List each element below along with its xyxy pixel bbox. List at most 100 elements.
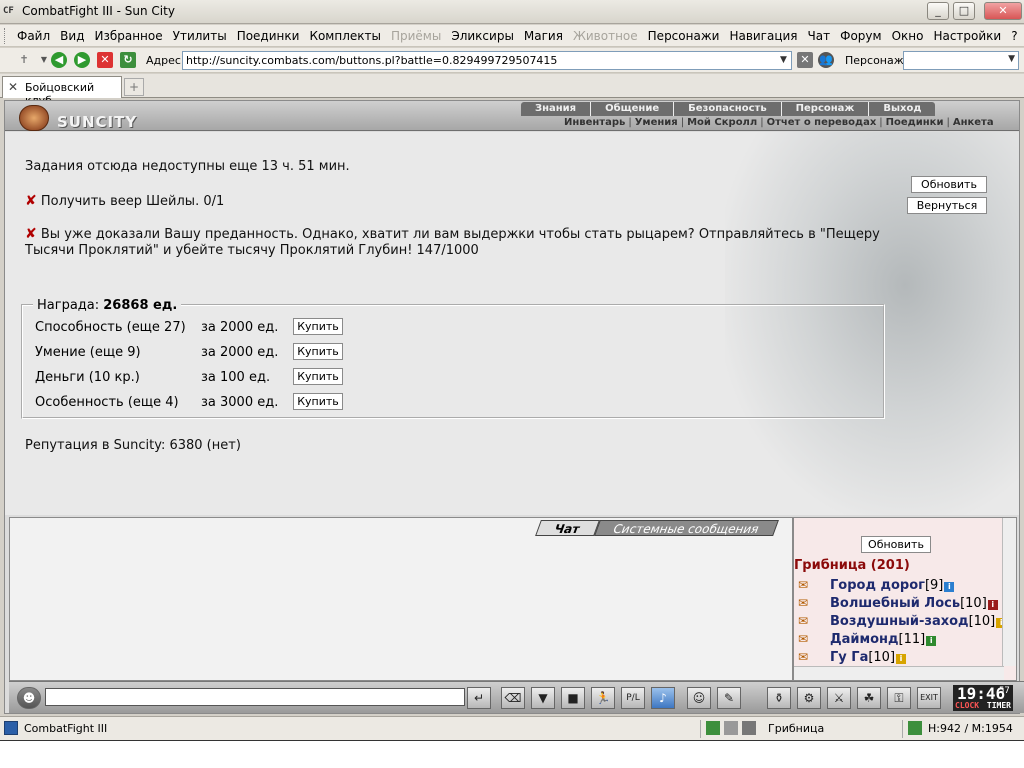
- player-name[interactable]: Воздушный-заход: [830, 614, 969, 629]
- nav-security[interactable]: Безопасность: [673, 102, 781, 116]
- player-entry[interactable]: Даймонд[11] i: [830, 632, 937, 647]
- private-toggle-icon[interactable]: P/L: [621, 687, 645, 709]
- subnav-fights[interactable]: Поединки: [883, 117, 947, 130]
- menu-sets[interactable]: Комплекты: [304, 28, 386, 44]
- refresh-button[interactable]: Обновить: [911, 176, 987, 193]
- book-icon[interactable]: [724, 721, 738, 735]
- player-name[interactable]: Город дорог: [830, 578, 925, 593]
- reward-label: Награда:: [37, 298, 100, 313]
- menu-settings[interactable]: Настройки: [928, 28, 1006, 44]
- buy-button[interactable]: Купить: [293, 393, 343, 410]
- address-field[interactable]: http://suncity.combats.com/buttons.pl?ba…: [182, 51, 792, 70]
- address-dropdown-icon[interactable]: ▼: [776, 52, 791, 69]
- buy-button[interactable]: Купить: [293, 343, 343, 360]
- team-icon[interactable]: ⚔: [827, 687, 851, 709]
- menu-characters[interactable]: Персонажи: [643, 28, 725, 44]
- eraser-icon[interactable]: ⌫: [501, 687, 525, 709]
- info-icon[interactable]: i: [926, 636, 937, 646]
- reward-value: 26868 ед.: [103, 298, 178, 313]
- filter-icon[interactable]: ▼: [531, 687, 555, 709]
- close-tab-icon[interactable]: ✕: [8, 80, 18, 94]
- clock-label[interactable]: CLOCK: [955, 701, 979, 710]
- player-name[interactable]: Волшебный Лось: [830, 596, 960, 611]
- menu-file[interactable]: Файл: [12, 28, 55, 44]
- translit-icon[interactable]: ✎: [717, 687, 741, 709]
- stop-icon[interactable]: ✕: [97, 52, 113, 68]
- nav-character[interactable]: Персонаж: [780, 102, 869, 116]
- emoticon-icon[interactable]: ☺: [687, 687, 711, 709]
- vertical-scrollbar[interactable]: [1002, 518, 1016, 666]
- pet-icon[interactable]: ☘: [857, 687, 881, 709]
- private-message-icon[interactable]: ✉: [798, 650, 816, 664]
- menu-elixirs[interactable]: Эликсиры: [446, 28, 519, 44]
- menu-navigation[interactable]: Навигация: [724, 28, 802, 44]
- tab-chat[interactable]: Чат: [535, 520, 600, 536]
- tab-fight-club[interactable]: ✕ Бойцовский клуб: [2, 76, 122, 107]
- menu-view[interactable]: Вид: [55, 28, 89, 44]
- player-entry[interactable]: Город дорог[9] i: [830, 578, 955, 593]
- menu-window[interactable]: Окно: [887, 28, 929, 44]
- menu-favorites[interactable]: Избранное: [89, 28, 167, 44]
- new-tab-button[interactable]: +: [124, 78, 144, 96]
- info-icon[interactable]: i: [987, 600, 998, 610]
- maximize-button[interactable]: □: [953, 2, 975, 20]
- character-select[interactable]: ▼: [903, 51, 1019, 70]
- menu-magic[interactable]: Магия: [519, 28, 568, 44]
- back-button[interactable]: Вернуться: [907, 197, 987, 214]
- menu-chat[interactable]: Чат: [803, 28, 836, 44]
- refresh-status-icon[interactable]: [706, 721, 720, 735]
- smiley-face-icon[interactable]: ☻: [17, 687, 41, 709]
- info-icon[interactable]: i: [896, 654, 907, 664]
- lock-icon[interactable]: ⚿: [887, 687, 911, 709]
- music-icon[interactable]: ♪: [651, 687, 675, 709]
- tab-system-messages[interactable]: Системные сообщения: [594, 520, 779, 536]
- nav-communication[interactable]: Общение: [590, 102, 673, 116]
- forward-icon[interactable]: ▶: [74, 52, 90, 68]
- back-icon[interactable]: ◀: [51, 52, 67, 68]
- send-icon[interactable]: ↵: [467, 687, 491, 709]
- exit-icon[interactable]: EXIT: [917, 687, 941, 709]
- player-name[interactable]: Даймонд: [830, 632, 899, 647]
- private-message-icon[interactable]: ✉: [798, 614, 816, 628]
- menu-help[interactable]: ?: [1006, 28, 1022, 44]
- buy-button[interactable]: Купить: [293, 368, 343, 385]
- buy-button[interactable]: Купить: [293, 318, 343, 335]
- pin-dropdown-icon[interactable]: ▼: [36, 52, 52, 68]
- save-log-icon[interactable]: ■: [561, 687, 585, 709]
- timer-label[interactable]: TIMER: [987, 701, 1011, 710]
- player-entry[interactable]: Гу Га[10] i: [830, 650, 907, 665]
- bag-icon[interactable]: ⚱: [767, 687, 791, 709]
- clear-address-icon[interactable]: ✕: [797, 52, 813, 68]
- reward-item-price: за 100 ед.: [201, 370, 271, 385]
- subnav-my-scroll[interactable]: Мой Скролл: [684, 117, 760, 130]
- online-refresh-button[interactable]: Обновить: [861, 536, 931, 553]
- pin-icon[interactable]: ✝: [16, 52, 32, 68]
- subnav-skills[interactable]: Умения: [632, 117, 681, 130]
- fighter-icon[interactable]: 🏃: [591, 687, 615, 709]
- scroll-icon[interactable]: ⚙: [797, 687, 821, 709]
- close-button[interactable]: ✕: [984, 2, 1022, 20]
- menu-utilities[interactable]: Утилиты: [168, 28, 232, 44]
- subnav-profile[interactable]: Анкета: [950, 117, 997, 130]
- private-message-icon[interactable]: ✉: [798, 596, 816, 610]
- private-message-icon[interactable]: ✉: [798, 578, 816, 592]
- private-message-icon[interactable]: ✉: [798, 632, 816, 646]
- chat-input[interactable]: [45, 688, 465, 706]
- nav-knowledge[interactable]: Знания: [521, 102, 590, 116]
- refresh-icon[interactable]: ↻: [120, 52, 136, 68]
- info-icon[interactable]: i: [944, 582, 955, 592]
- player-entry[interactable]: Волшебный Лось[10] i: [830, 596, 998, 611]
- nav-exit[interactable]: Выход: [868, 102, 935, 116]
- horizontal-scrollbar[interactable]: [794, 666, 1004, 680]
- player-entry[interactable]: Воздушный-заход[10]i: [830, 614, 1007, 629]
- map-icon[interactable]: [742, 721, 756, 735]
- minimize-button[interactable]: _: [927, 2, 949, 20]
- menu-forum[interactable]: Форум: [835, 28, 886, 44]
- people-icon[interactable]: 👥: [818, 52, 834, 68]
- menu-fights[interactable]: Поединки: [232, 28, 305, 44]
- subnav-inventory[interactable]: Инвентарь: [561, 117, 628, 130]
- action-bar: ☻ ↵ ⌫ ▼ ■ 🏃 P/L ♪ ☺ ✎ ⚱ ⚙ ⚔ ☘ ⚿ EXIT 19:…: [9, 681, 1024, 713]
- subnav-transfer-report[interactable]: Отчет о переводах: [764, 117, 880, 130]
- player-name[interactable]: Гу Га: [830, 650, 868, 665]
- logo-text: SUNCITY: [57, 113, 138, 131]
